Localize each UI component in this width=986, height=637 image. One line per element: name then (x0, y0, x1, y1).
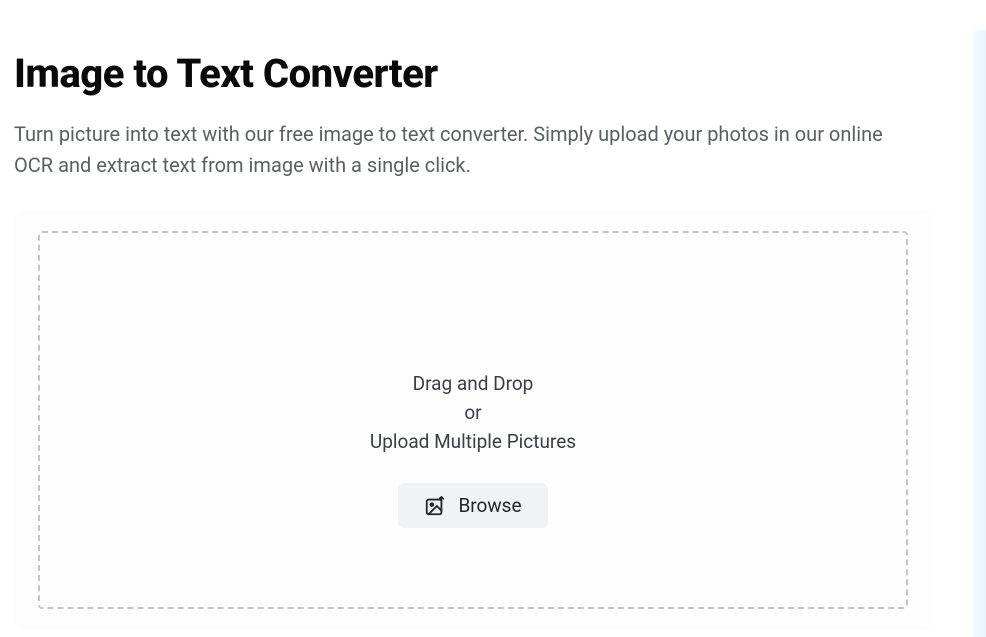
page-title: Image to Text Converter (14, 50, 972, 97)
image-upload-icon (424, 495, 446, 517)
dropzone-text-group: Drag and Drop or Upload Multiple Picture… (370, 372, 576, 453)
main-container: Image to Text Converter Turn picture int… (0, 0, 986, 631)
upload-card: Drag and Drop or Upload Multiple Picture… (14, 209, 932, 631)
dropzone-line-3: Upload Multiple Pictures (370, 430, 576, 453)
side-accent (972, 30, 986, 637)
browse-button[interactable]: Browse (398, 483, 547, 528)
dropzone-line-2: or (464, 401, 481, 424)
page-description: Turn picture into text with our free ima… (14, 119, 914, 181)
browse-button-label: Browse (458, 494, 521, 517)
dropzone-line-1: Drag and Drop (413, 372, 534, 395)
file-dropzone[interactable]: Drag and Drop or Upload Multiple Picture… (38, 231, 908, 609)
